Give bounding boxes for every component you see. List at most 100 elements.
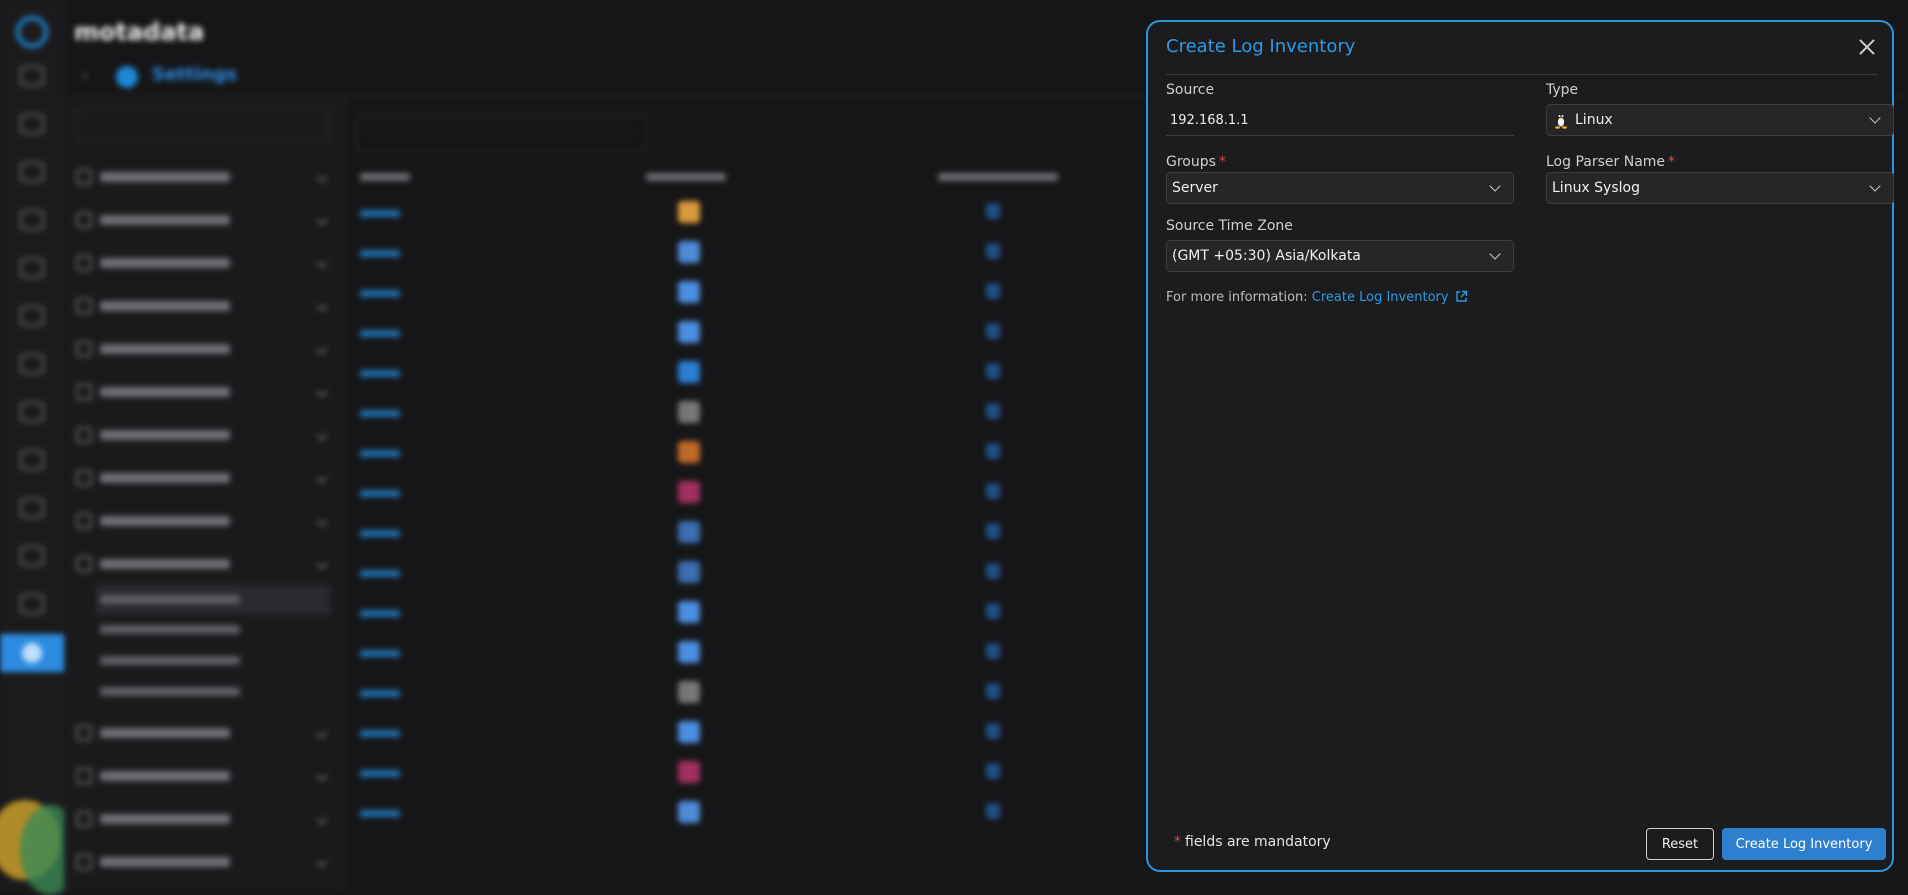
report-icon	[20, 258, 44, 278]
menu-item	[76, 296, 328, 316]
settings-menu	[64, 97, 345, 891]
row-icon	[678, 481, 700, 503]
log-parser-label: Log Parser Name *	[1546, 154, 1675, 170]
table-row	[360, 410, 400, 417]
menu-item	[76, 468, 328, 488]
row-icon	[678, 721, 700, 743]
table-row	[360, 490, 400, 497]
external-link-icon	[1455, 290, 1467, 302]
close-icon[interactable]	[1856, 36, 1878, 58]
menu-item	[76, 766, 328, 786]
menu-search	[76, 109, 330, 141]
table-row	[360, 370, 400, 377]
log-icon	[20, 546, 44, 566]
menu-item	[76, 723, 328, 743]
back-icon: ‹	[82, 66, 89, 85]
table-row	[360, 810, 400, 817]
create-log-inventory-panel: Create Log Inventory Source Type Linux G…	[1146, 20, 1894, 872]
row-icon	[678, 761, 700, 783]
log-parser-select[interactable]: Linux Syslog	[1546, 172, 1894, 204]
type-label: Type	[1546, 82, 1579, 98]
row-badge	[986, 483, 1000, 499]
table-row	[360, 290, 400, 297]
app-logo	[16, 16, 48, 48]
groups-label: Groups *	[1166, 154, 1226, 170]
chevron-down-icon	[1489, 248, 1501, 260]
table-row	[360, 450, 400, 457]
groups-select[interactable]: Server	[1166, 172, 1514, 204]
create-log-inventory-button[interactable]: Create Log Inventory	[1722, 828, 1886, 860]
inventory-table	[346, 97, 1146, 891]
row-badge	[986, 363, 1000, 379]
source-input[interactable]	[1166, 106, 1514, 136]
log-parser-value: Linux Syslog	[1552, 180, 1640, 196]
row-badge	[986, 323, 1000, 339]
groups-value: Server	[1172, 180, 1218, 196]
create-log-inventory-link[interactable]: Create Log Inventory	[1312, 290, 1468, 305]
table-row	[360, 210, 400, 217]
flow-icon	[20, 402, 44, 422]
menu-item	[76, 852, 328, 872]
reset-button[interactable]: Reset	[1646, 828, 1714, 860]
chevron-down-icon	[1489, 180, 1501, 192]
monitor-icon	[20, 114, 44, 134]
source-label: Source	[1166, 82, 1215, 98]
time-zone-label: Source Time Zone	[1166, 218, 1293, 234]
menu-subitem	[100, 595, 240, 604]
more-info: For more information: Create Log Invento…	[1166, 290, 1468, 305]
brand-logo: motadata	[74, 18, 205, 46]
row-badge	[986, 283, 1000, 299]
table-row	[360, 610, 400, 617]
link-text: Create Log Inventory	[1311, 290, 1449, 305]
required-mark: *	[1218, 154, 1226, 170]
required-mark: *	[1668, 154, 1676, 170]
column-header	[646, 173, 726, 181]
row-badge	[986, 563, 1000, 579]
row-badge	[986, 723, 1000, 739]
menu-subitem	[100, 625, 240, 634]
title-divider	[1166, 74, 1878, 75]
row-badge	[986, 683, 1000, 699]
time-zone-select[interactable]: (GMT +05:30) Asia/Kolkata	[1166, 240, 1514, 272]
menu-subitem	[100, 687, 240, 696]
menu-item	[76, 809, 328, 829]
panel-title: Create Log Inventory	[1166, 36, 1356, 57]
more-info-prefix: For more information:	[1166, 290, 1312, 305]
row-icon	[678, 201, 700, 223]
row-badge	[986, 203, 1000, 219]
table-row	[360, 650, 400, 657]
menu-item	[76, 339, 328, 359]
pagination	[360, 857, 720, 877]
row-badge	[986, 803, 1000, 819]
network-icon	[20, 306, 44, 326]
settings-gear-icon	[116, 66, 138, 88]
row-badge	[986, 243, 1000, 259]
icon-rail	[0, 0, 80, 895]
row-badge	[986, 603, 1000, 619]
row-badge	[986, 763, 1000, 779]
row-icon	[678, 321, 700, 343]
table-row	[360, 530, 400, 537]
groups-label-text: Groups	[1166, 154, 1216, 170]
page-title: Settings	[152, 64, 237, 85]
row-icon	[678, 641, 700, 663]
chevron-down-icon	[1869, 112, 1881, 124]
menu-item	[76, 167, 328, 187]
menu-subitem	[100, 656, 240, 665]
row-icon	[678, 801, 700, 823]
required-mark: *	[1174, 834, 1181, 850]
table-search	[356, 115, 646, 151]
alert-icon	[20, 354, 44, 374]
table-row	[360, 770, 400, 777]
menu-item	[76, 425, 328, 445]
table-row	[360, 730, 400, 737]
type-value: Linux	[1575, 112, 1613, 128]
menu-item	[76, 253, 328, 273]
log-parser-label-text: Log Parser Name	[1546, 154, 1666, 170]
menu-item	[76, 511, 328, 531]
row-icon	[678, 361, 700, 383]
table-row	[360, 690, 400, 697]
row-icon	[678, 561, 700, 583]
table-row	[360, 330, 400, 337]
type-select[interactable]: Linux	[1546, 104, 1894, 136]
